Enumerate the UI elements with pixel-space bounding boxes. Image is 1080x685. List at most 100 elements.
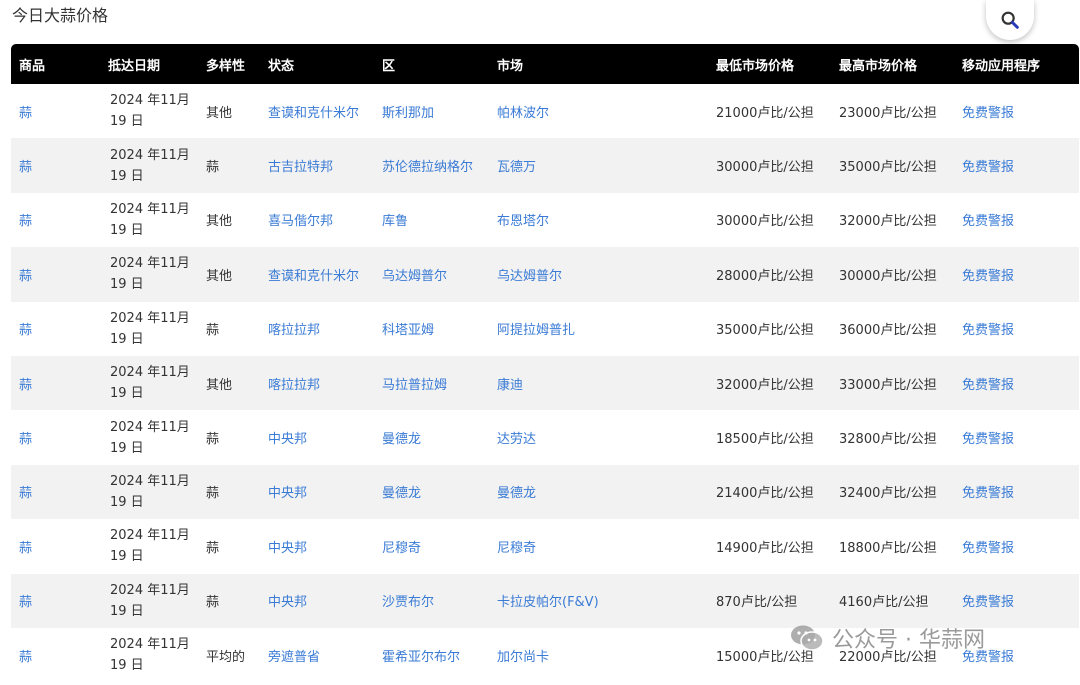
commodity-link[interactable]: 蒜 (19, 269, 32, 284)
commodity-link[interactable]: 蒜 (19, 595, 32, 610)
table-cell: 免费警报 (954, 519, 1079, 573)
district-link[interactable]: 斯利那加 (382, 106, 434, 121)
commodity-link[interactable]: 蒜 (19, 378, 32, 393)
table-cell: 蒜 (11, 465, 100, 519)
state-link[interactable]: 旁遮普省 (268, 650, 320, 665)
arrival-date-cell: 2024 年11月 19 日 (110, 201, 190, 238)
variety-cell: 蒜 (206, 323, 220, 339)
market-link[interactable]: 卡拉皮帕尔(F&V) (497, 595, 599, 610)
state-link[interactable]: 喀拉拉邦 (268, 323, 320, 338)
market-link[interactable]: 帕林波尔 (497, 106, 549, 121)
table-body: 蒜 2024 年11月 19 日其他 查谟和克什米尔 斯利那加 帕林波尔 21000卢比/… (11, 84, 1079, 682)
free-alert-link[interactable]: 免费警报 (962, 214, 1014, 229)
market-link[interactable]: 达劳达 (497, 432, 536, 447)
state-link[interactable]: 查谟和克什米尔 (268, 269, 359, 284)
table-cell: 蒜 (11, 574, 100, 628)
free-alert-link[interactable]: 免费警报 (962, 432, 1014, 447)
table-row: 蒜 2024 年11月 19 日蒜中央邦 沙贾布尔 卡拉皮帕尔(F&V) 870卢比/公… (11, 573, 1079, 628)
market-link[interactable]: 曼德龙 (497, 486, 536, 501)
commodity-link[interactable]: 蒜 (19, 650, 32, 665)
commodity-link[interactable]: 蒜 (19, 106, 32, 121)
state-link[interactable]: 喀拉拉邦 (268, 378, 320, 393)
table-cell: 其他 (198, 356, 260, 410)
variety-cell: 其他 (206, 214, 233, 230)
free-alert-link[interactable]: 免费警报 (962, 650, 1014, 665)
state-link[interactable]: 查谟和克什米尔 (268, 106, 359, 121)
free-alert-link[interactable]: 免费警报 (962, 486, 1014, 501)
table-row: 蒜 2024 年11月 19 日蒜中央邦 曼德龙 曼德龙 21400卢比/公担 32400… (11, 464, 1079, 520)
table-cell: 其他 (198, 84, 260, 138)
table-cell: 蒜 (198, 138, 260, 192)
free-alert-link[interactable]: 免费警报 (962, 269, 1014, 284)
column-header-commodity: 商品 (19, 58, 46, 74)
table-cell: 免费警报 (954, 193, 1079, 247)
variety-cell: 蒜 (206, 540, 220, 556)
commodity-link[interactable]: 蒜 (19, 160, 32, 175)
free-alert-link[interactable]: 免费警报 (962, 378, 1014, 393)
district-link[interactable]: 曼德龙 (382, 432, 421, 447)
commodity-link[interactable]: 蒜 (19, 323, 32, 338)
table-cell: 2024 年11月 19 日 (100, 356, 198, 410)
table-cell: 中央邦 (260, 410, 374, 464)
table-row: 蒜 2024 年11月 19 日其他 喀拉拉邦 马拉普拉姆 康迪 32000卢比/公担 33… (11, 355, 1079, 411)
commodity-link[interactable]: 蒜 (19, 432, 32, 447)
commodity-link[interactable]: 蒜 (19, 214, 32, 229)
arrival-date-cell: 2024 年11月 19 日 (110, 256, 190, 293)
table-cell: 2024 年11月 19 日 (100, 84, 198, 138)
column-header-arrival-date: 抵达日期 (108, 58, 161, 74)
free-alert-link[interactable]: 免费警报 (962, 160, 1014, 175)
state-link[interactable]: 古吉拉特邦 (268, 160, 333, 175)
table-cell: 中央邦 (260, 465, 374, 519)
min-price-cell: 21000卢比/公担 (716, 105, 814, 121)
state-link[interactable]: 中央邦 (268, 541, 307, 556)
free-alert-link[interactable]: 免费警报 (962, 541, 1014, 556)
district-link[interactable]: 乌达姆普尔 (382, 269, 447, 284)
district-link[interactable]: 尼穆奇 (382, 541, 421, 556)
state-link[interactable]: 中央邦 (268, 595, 307, 610)
table-cell: 查谟和克什米尔 (260, 84, 374, 138)
table-cell: 中央邦 (260, 574, 374, 628)
table-cell: 康迪 (489, 356, 708, 410)
district-link[interactable]: 库鲁 (382, 214, 408, 229)
table-cell: 尼穆奇 (489, 519, 708, 573)
arrival-date-cell: 2024 年11月 19 日 (110, 310, 190, 347)
district-link[interactable]: 曼德龙 (382, 486, 421, 501)
max-price-cell: 30000卢比/公担 (839, 268, 937, 284)
state-link[interactable]: 中央邦 (268, 486, 307, 501)
search-button[interactable] (986, 0, 1034, 40)
table-cell: 33000卢比/公担 (831, 356, 954, 410)
table-cell: 32800卢比/公担 (831, 410, 954, 464)
table-cell: 870卢比/公担 (708, 574, 831, 628)
free-alert-link[interactable]: 免费警报 (962, 323, 1014, 338)
free-alert-link[interactable]: 免费警报 (962, 595, 1014, 610)
table-cell: 库鲁 (374, 193, 489, 247)
variety-cell: 蒜 (206, 486, 220, 502)
district-link[interactable]: 科塔亚姆 (382, 323, 434, 338)
market-link[interactable]: 尼穆奇 (497, 541, 536, 556)
market-link[interactable]: 加尔尚卡 (497, 650, 549, 665)
table-row: 蒜 2024 年11月 19 日平均的 旁遮普省 霍希亚尔布尔 加尔尚卡 15000卢比/… (11, 628, 1079, 682)
commodity-link[interactable]: 蒜 (19, 486, 32, 501)
commodity-link[interactable]: 蒜 (19, 541, 32, 556)
table-cell: 18800卢比/公担 (831, 519, 954, 573)
table-cell: 喀拉拉邦 (260, 302, 374, 356)
market-link[interactable]: 阿提拉姆普扎 (497, 323, 575, 338)
market-link[interactable]: 乌达姆普尔 (497, 269, 562, 284)
table-cell: 其他 (198, 193, 260, 247)
market-link[interactable]: 康迪 (497, 378, 523, 393)
free-alert-link[interactable]: 免费警报 (962, 106, 1014, 121)
table-cell: 达劳达 (489, 410, 708, 464)
district-link[interactable]: 马拉普拉姆 (382, 378, 447, 393)
market-link[interactable]: 布恩塔尔 (497, 214, 549, 229)
table-cell: 喀拉拉邦 (260, 356, 374, 410)
table-cell: 35000卢比/公担 (708, 302, 831, 356)
state-link[interactable]: 中央邦 (268, 432, 307, 447)
table-cell: 蒜 (198, 574, 260, 628)
district-link[interactable]: 沙贾布尔 (382, 595, 434, 610)
table-cell: 14900卢比/公担 (708, 519, 831, 573)
district-link[interactable]: 苏伦德拉纳格尔 (382, 160, 473, 175)
district-link[interactable]: 霍希亚尔布尔 (382, 650, 460, 665)
state-link[interactable]: 喜马偕尔邦 (268, 214, 333, 229)
market-link[interactable]: 瓦德万 (497, 160, 536, 175)
table-cell: 免费警报 (954, 138, 1079, 192)
